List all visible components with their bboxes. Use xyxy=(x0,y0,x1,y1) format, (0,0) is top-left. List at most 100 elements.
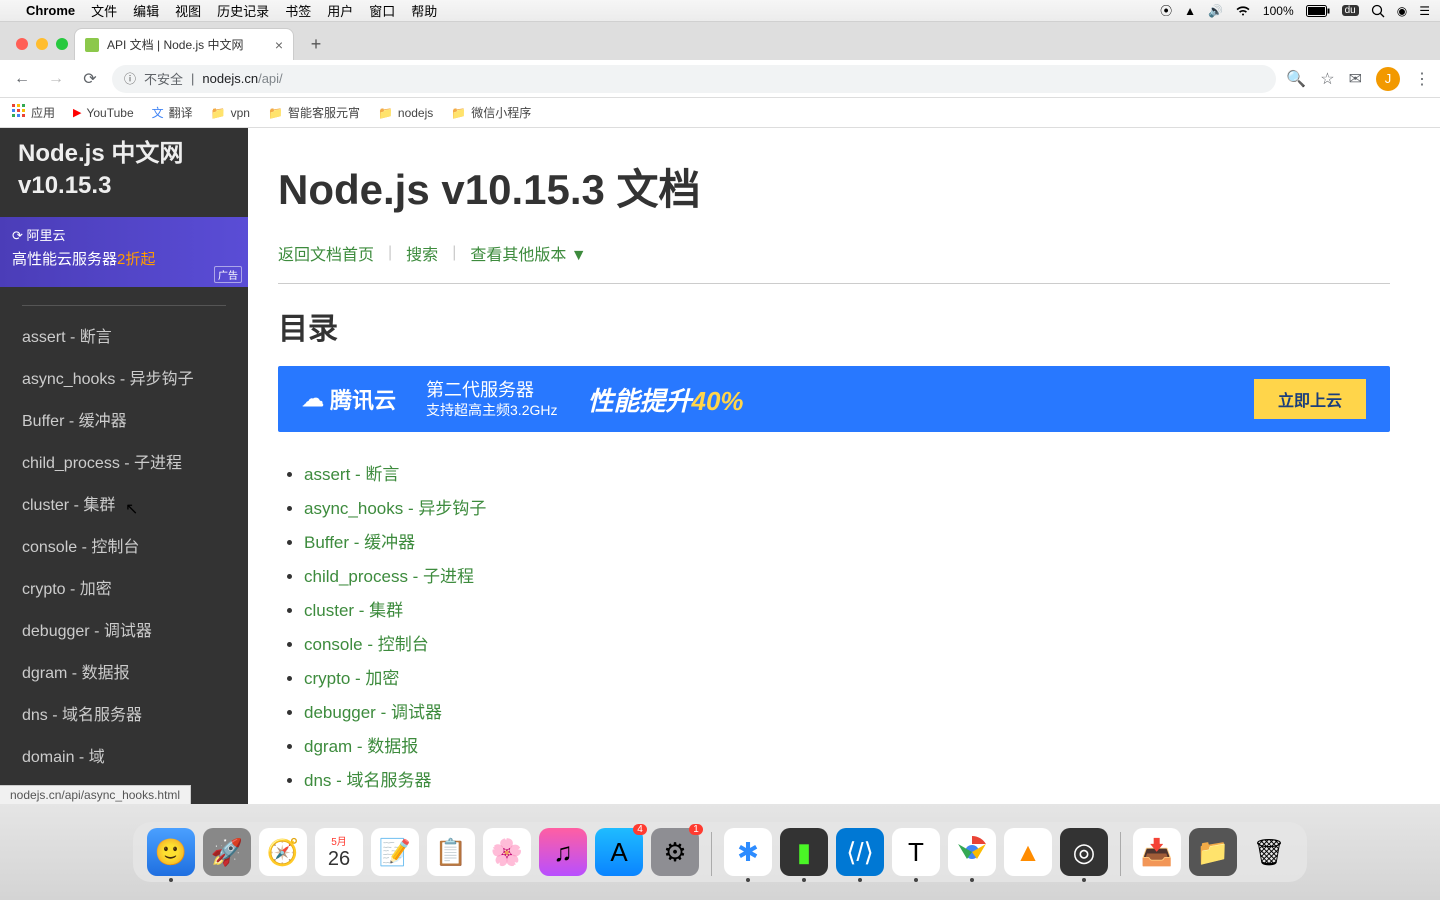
sidebar-item-cluster[interactable]: cluster - 集群 xyxy=(0,482,248,524)
dock-itunes[interactable]: ♫ xyxy=(539,828,587,876)
dock-safari[interactable]: 🧭 xyxy=(259,828,307,876)
bookmark-folder-vpn[interactable]: 📁vpn xyxy=(211,106,250,120)
bookmark-apps[interactable]: 应用 xyxy=(12,104,55,121)
zoom-icon[interactable]: 🔍 xyxy=(1286,69,1306,89)
bookmark-folder-nodejs[interactable]: 📁nodejs xyxy=(378,106,433,120)
ad-tag: 广告 xyxy=(214,266,242,283)
toc-link-console[interactable]: console - 控制台 xyxy=(304,635,429,654)
menu-bookmarks[interactable]: 书签 xyxy=(285,1,311,20)
page-title: Node.js v10.15.3 文档 xyxy=(278,156,1390,217)
menu-user[interactable]: 用户 xyxy=(327,1,353,20)
sidebar-item-dgram[interactable]: dgram - 数据报 xyxy=(0,650,248,692)
sidebar-item-debugger[interactable]: debugger - 调试器 xyxy=(0,608,248,650)
menu-file[interactable]: 文件 xyxy=(91,1,117,20)
star-bookmark-icon[interactable]: ☆ xyxy=(1320,69,1334,89)
url-domain: nodejs.cn xyxy=(202,71,258,86)
dock-obs[interactable]: ◎ xyxy=(1060,828,1108,876)
sidebar-item-crypto[interactable]: crypto - 加密 xyxy=(0,566,248,608)
dock-calendar[interactable]: 5月 26 xyxy=(315,828,363,876)
battery-percent[interactable]: 100% xyxy=(1263,4,1294,18)
toc-link-cluster[interactable]: cluster - 集群 xyxy=(304,601,403,620)
toc-link-buffer[interactable]: Buffer - 缓冲器 xyxy=(304,533,415,552)
dock-trash[interactable]: 🗑 xyxy=(1245,828,1293,876)
notification-center-icon[interactable]: ☰ xyxy=(1419,4,1430,18)
menu-view[interactable]: 视图 xyxy=(175,1,201,20)
tray-icon[interactable]: ▲ xyxy=(1184,4,1196,18)
dock-reminders[interactable]: 📋 xyxy=(427,828,475,876)
dock-terminal[interactable]: ▮ xyxy=(780,828,828,876)
bookmark-folder-wx[interactable]: 📁微信小程序 xyxy=(451,104,531,121)
toc-link-dns[interactable]: dns - 域名服务器 xyxy=(304,771,432,790)
sidebar-ad[interactable]: ⟳ 阿里云 高性能云服务器2折起 广告 xyxy=(0,217,248,287)
sidebar-item-child-process[interactable]: child_process - 子进程 xyxy=(0,440,248,482)
dock-textedit[interactable]: T xyxy=(892,828,940,876)
toc-link-crypto[interactable]: crypto - 加密 xyxy=(304,669,399,688)
link-home[interactable]: 返回文档首页 xyxy=(278,241,374,265)
link-search[interactable]: 搜索 xyxy=(406,241,438,265)
spotlight-icon[interactable] xyxy=(1371,4,1385,18)
back-button[interactable]: ← xyxy=(10,67,34,91)
minimize-window-button[interactable] xyxy=(36,38,48,50)
obs-icon[interactable]: ⦿ xyxy=(1160,2,1172,19)
chrome-menu-icon[interactable]: ⋮ xyxy=(1414,69,1430,89)
tab-close-icon[interactable]: × xyxy=(275,37,283,53)
dock-appstore[interactable]: A4 xyxy=(595,828,643,876)
toc-link-debugger[interactable]: debugger - 调试器 xyxy=(304,703,442,722)
translate-icon: 文 xyxy=(152,104,164,121)
sidebar-item-console[interactable]: console - 控制台 xyxy=(0,524,248,566)
sidebar-item-dns[interactable]: dns - 域名服务器 xyxy=(0,692,248,734)
new-tab-button[interactable]: + xyxy=(302,30,330,58)
dock-launchpad[interactable]: 🚀 xyxy=(203,828,251,876)
list-item: dns - 域名服务器 xyxy=(304,764,1390,798)
sidebar-item-domain[interactable]: domain - 域 xyxy=(0,734,248,776)
mac-menubar: Chrome 文件 编辑 视图 历史记录 书签 用户 窗口 帮助 ⦿ ▲ 🔊 1… xyxy=(0,0,1440,22)
reload-button[interactable]: ⟳ xyxy=(78,67,102,91)
menu-edit[interactable]: 编辑 xyxy=(133,1,159,20)
banner-brand: ☁腾讯云 xyxy=(302,383,396,415)
menu-history[interactable]: 历史记录 xyxy=(217,1,269,20)
forward-button[interactable]: → xyxy=(44,67,68,91)
list-item: crypto - 加密 xyxy=(304,662,1390,696)
dock-folder[interactable]: 📁 xyxy=(1189,828,1237,876)
sidebar-item-assert[interactable]: assert - 断言 xyxy=(0,314,248,356)
site-info-icon[interactable]: ⓘ xyxy=(124,70,136,87)
menubar-app-name[interactable]: Chrome xyxy=(26,3,75,18)
volume-icon[interactable]: 🔊 xyxy=(1208,4,1223,18)
dock-downloads[interactable]: 📥 xyxy=(1133,828,1181,876)
dock-photos[interactable]: 🌸 xyxy=(483,828,531,876)
extension-icon[interactable]: ✉ xyxy=(1349,69,1362,89)
dock-chrome[interactable] xyxy=(948,828,996,876)
dock-notes[interactable]: 📝 xyxy=(371,828,419,876)
toc-link-assert[interactable]: assert - 断言 xyxy=(304,465,399,484)
banner-ad[interactable]: ☁腾讯云 第二代服务器 支持超高主频3.2GHz 性能提升40% 立即上云 xyxy=(278,366,1390,432)
siri-icon[interactable]: ◉ xyxy=(1397,4,1407,18)
dock-zoom[interactable]: ✱ xyxy=(724,828,772,876)
banner-cta-button[interactable]: 立即上云 xyxy=(1254,379,1366,419)
dock-vscode[interactable]: ⟨/⟩ xyxy=(836,828,884,876)
address-bar[interactable]: ⓘ 不安全 | nodejs.cn/api/ xyxy=(112,65,1276,93)
toc-link-child-process[interactable]: child_process - 子进程 xyxy=(304,567,474,586)
dock-vlc[interactable]: ▲ xyxy=(1004,828,1052,876)
toc-link-async-hooks[interactable]: async_hooks - 异步钩子 xyxy=(304,499,486,518)
close-window-button[interactable] xyxy=(16,38,28,50)
profile-avatar[interactable]: J xyxy=(1376,67,1400,91)
sidebar-item-async-hooks[interactable]: async_hooks - 异步钩子 xyxy=(0,356,248,398)
menu-help[interactable]: 帮助 xyxy=(411,1,437,20)
bookmark-folder-kf[interactable]: 📁智能客服元宵 xyxy=(268,104,360,121)
list-item: child_process - 子进程 xyxy=(304,560,1390,594)
browser-tab[interactable]: API 文档 | Node.js 中文网 × xyxy=(74,28,294,60)
page-content: Node.js 中文网v10.15.3 ⟳ 阿里云 高性能云服务器2折起 广告 … xyxy=(0,128,1440,900)
toc-link-dgram[interactable]: dgram - 数据报 xyxy=(304,737,418,756)
link-versions[interactable]: 查看其他版本 ▼ xyxy=(470,241,586,265)
bookmark-translate[interactable]: 文翻译 xyxy=(152,104,193,121)
wifi-icon[interactable] xyxy=(1235,5,1251,17)
du-icon[interactable]: du xyxy=(1342,5,1359,16)
battery-icon[interactable] xyxy=(1306,5,1330,17)
sidebar-item-buffer[interactable]: Buffer - 缓冲器 xyxy=(0,398,248,440)
menu-window[interactable]: 窗口 xyxy=(369,1,395,20)
banner-perf: 性能提升40% xyxy=(587,381,743,418)
dock-finder[interactable]: 🙂 xyxy=(147,828,195,876)
bookmark-youtube[interactable]: ▶YouTube xyxy=(73,106,134,120)
dock-settings[interactable]: ⚙1 xyxy=(651,828,699,876)
maximize-window-button[interactable] xyxy=(56,38,68,50)
